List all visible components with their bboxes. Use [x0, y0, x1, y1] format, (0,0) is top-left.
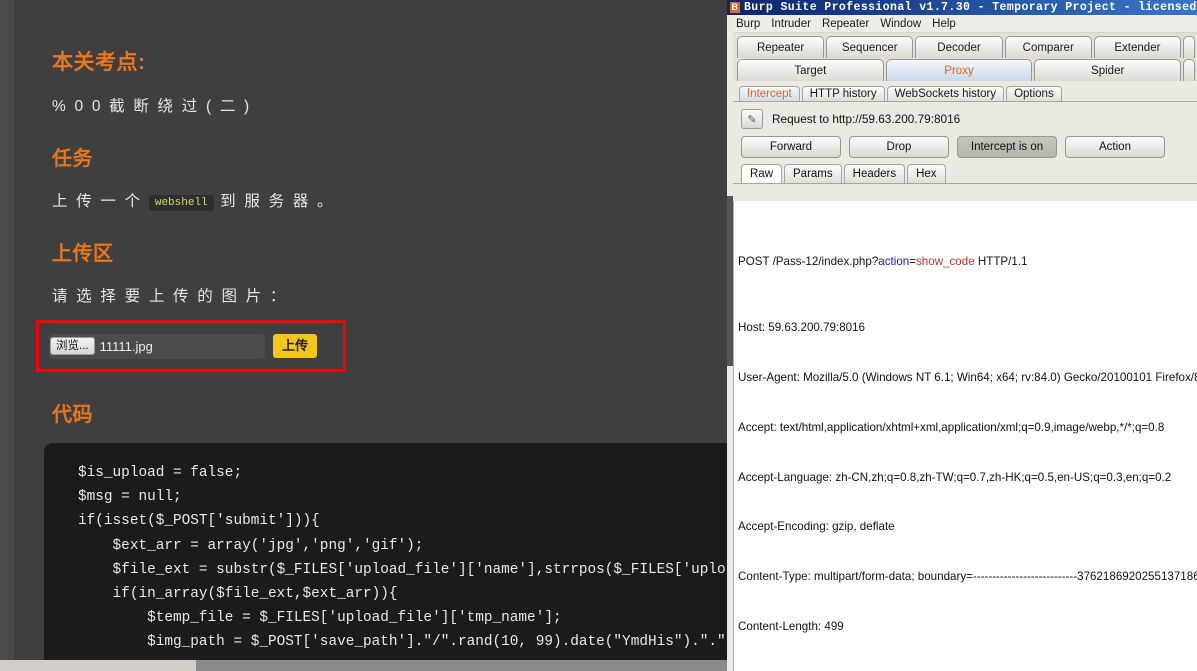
tab-target[interactable]: Target: [737, 59, 884, 81]
menu-item-window[interactable]: Window: [880, 18, 921, 30]
webshell-chip: webshell: [148, 195, 214, 211]
upload-area-heading: 上传区: [52, 243, 114, 265]
burp-title-bar: B Burp Suite Professional v1.7.30 - Temp…: [727, 0, 1197, 15]
burp-suite-window: B Burp Suite Professional v1.7.30 - Temp…: [727, 0, 1197, 671]
header-content-length: Content-Length: 499: [738, 619, 844, 633]
request-header-row: ✎ Request to http://59.63.200.79:8016: [727, 102, 1197, 133]
menu-item-intruder[interactable]: Intruder: [771, 18, 811, 30]
header-content-type: Content-Type: multipart/form-data; bound…: [738, 570, 1197, 584]
tab-extender[interactable]: Extender: [1093, 36, 1182, 58]
tab-decoder[interactable]: Decoder: [915, 36, 1003, 58]
task-prefix-text: 上 传 一 个: [52, 193, 143, 210]
upload-form: 浏览... 11111.jpg 上传: [49, 331, 335, 361]
tab-websockets-history[interactable]: WebSockets history: [886, 86, 1005, 101]
tab-sequencer[interactable]: Sequencer: [826, 36, 914, 58]
horizontal-scrollbar-thumb[interactable]: [0, 660, 196, 671]
tab-spider[interactable]: Spider: [1034, 59, 1182, 81]
header-accept: Accept: text/html,application/xhtml+xml,…: [738, 420, 1165, 434]
menu-item-burp[interactable]: Burp: [736, 18, 760, 30]
tab-overflow-1[interactable]: [1183, 36, 1196, 58]
request-line: POST /Pass-12/index.php?action=show_code…: [738, 254, 1197, 271]
request-query-value: show_code: [916, 254, 975, 268]
raw-request-editor[interactable]: POST /Pass-12/index.php?action=show_code…: [733, 201, 1197, 671]
burp-main-tabs: Repeater Sequencer Decoder Comparer Exte…: [727, 33, 1197, 81]
tab-repeater[interactable]: Repeater: [737, 36, 825, 58]
tab-hex[interactable]: Hex: [907, 164, 946, 183]
drop-button[interactable]: Drop: [849, 136, 949, 158]
header-host: Host: 59.63.200.79:8016: [738, 321, 865, 335]
tab-http-history[interactable]: HTTP history: [801, 86, 885, 101]
pencil-icon[interactable]: ✎: [741, 109, 763, 129]
burp-window-title: Burp Suite Professional v1.7.30 - Tempor…: [744, 1, 1197, 14]
proxy-sub-tabs: Intercept HTTP history WebSockets histor…: [727, 81, 1197, 102]
task-suffix-text: 到 服 务 器 。: [220, 193, 335, 210]
forward-button[interactable]: Forward: [741, 136, 841, 158]
selected-file-name: 11111.jpg: [99, 338, 153, 354]
request-query-eq: =: [909, 254, 916, 268]
code-heading: 代码: [52, 404, 93, 426]
upload-prompt-label: 请 选 择 要 上 传 的 图 片 ：: [52, 288, 288, 305]
file-input[interactable]: 浏览... 11111.jpg: [49, 333, 265, 359]
burp-tab-row-2: Target Proxy Spider: [737, 59, 1197, 81]
task-heading: 任务: [52, 148, 93, 170]
tab-params[interactable]: Params: [784, 164, 842, 183]
action-button[interactable]: Action: [1065, 136, 1165, 158]
burp-tab-row-1: Repeater Sequencer Decoder Comparer Exte…: [737, 36, 1197, 58]
request-target-label: Request to http://59.63.200.79:8016: [772, 112, 961, 126]
tab-comparer[interactable]: Comparer: [1004, 36, 1092, 58]
exam-point-heading: 本关考点:: [52, 51, 146, 74]
browser-page: 本关考点: % 0 0 截 断 绕 过 ( 二 ) 任务 上 传 一 个 web…: [0, 0, 727, 671]
header-user-agent: User-Agent: Mozilla/5.0 (Windows NT 6.1;…: [738, 370, 1197, 384]
upload-form-highlight: 浏览... 11111.jpg 上传: [36, 320, 346, 372]
horizontal-scrollbar[interactable]: [0, 660, 727, 671]
burp-logo-icon: B: [730, 2, 740, 13]
tab-intercept[interactable]: Intercept: [739, 86, 800, 101]
tab-proxy[interactable]: Proxy: [885, 59, 1033, 81]
challenge-content: 本关考点: % 0 0 截 断 绕 过 ( 二 ) 任务 上 传 一 个 web…: [0, 0, 727, 671]
intercept-toggle-button[interactable]: Intercept is on: [957, 136, 1057, 158]
request-protocol: HTTP/1.1: [974, 254, 1028, 268]
task-description: 上 传 一 个 webshell 到 服 务 器 。: [52, 189, 727, 211]
upload-submit-button[interactable]: 上传: [273, 334, 318, 358]
tab-headers[interactable]: Headers: [843, 164, 906, 183]
exam-point-description: % 0 0 截 断 绕 过 ( 二 ): [52, 98, 252, 115]
raw-request-lines: POST /Pass-12/index.php?action=show_code…: [734, 201, 1197, 671]
tab-raw[interactable]: Raw: [741, 164, 783, 183]
burp-menu-bar: Burp Intruder Repeater Window Help: [727, 15, 1197, 33]
header-accept-language: Accept-Language: zh-CN,zh;q=0.8,zh-TW;q=…: [738, 470, 1172, 484]
source-code-text: $is_upload = false; $msg = null; if(isse…: [78, 465, 726, 651]
header-accept-encoding: Accept-Encoding: gzip, deflate: [738, 520, 895, 534]
menu-item-help[interactable]: Help: [932, 18, 956, 30]
message-view-tabs: Raw Params Headers Hex: [727, 164, 1197, 184]
intercept-action-buttons: Forward Drop Intercept is on Action: [727, 133, 1197, 164]
request-query-param: action: [878, 254, 910, 268]
request-method-path: POST /Pass-12/index.php?: [738, 254, 879, 268]
tab-options[interactable]: Options: [1006, 86, 1062, 101]
browse-button[interactable]: 浏览...: [50, 336, 95, 356]
tab-overflow-2[interactable]: [1183, 59, 1196, 81]
source-code-block: $is_upload = false; $msg = null; if(isse…: [44, 443, 727, 671]
menu-item-repeater[interactable]: Repeater: [822, 18, 869, 30]
